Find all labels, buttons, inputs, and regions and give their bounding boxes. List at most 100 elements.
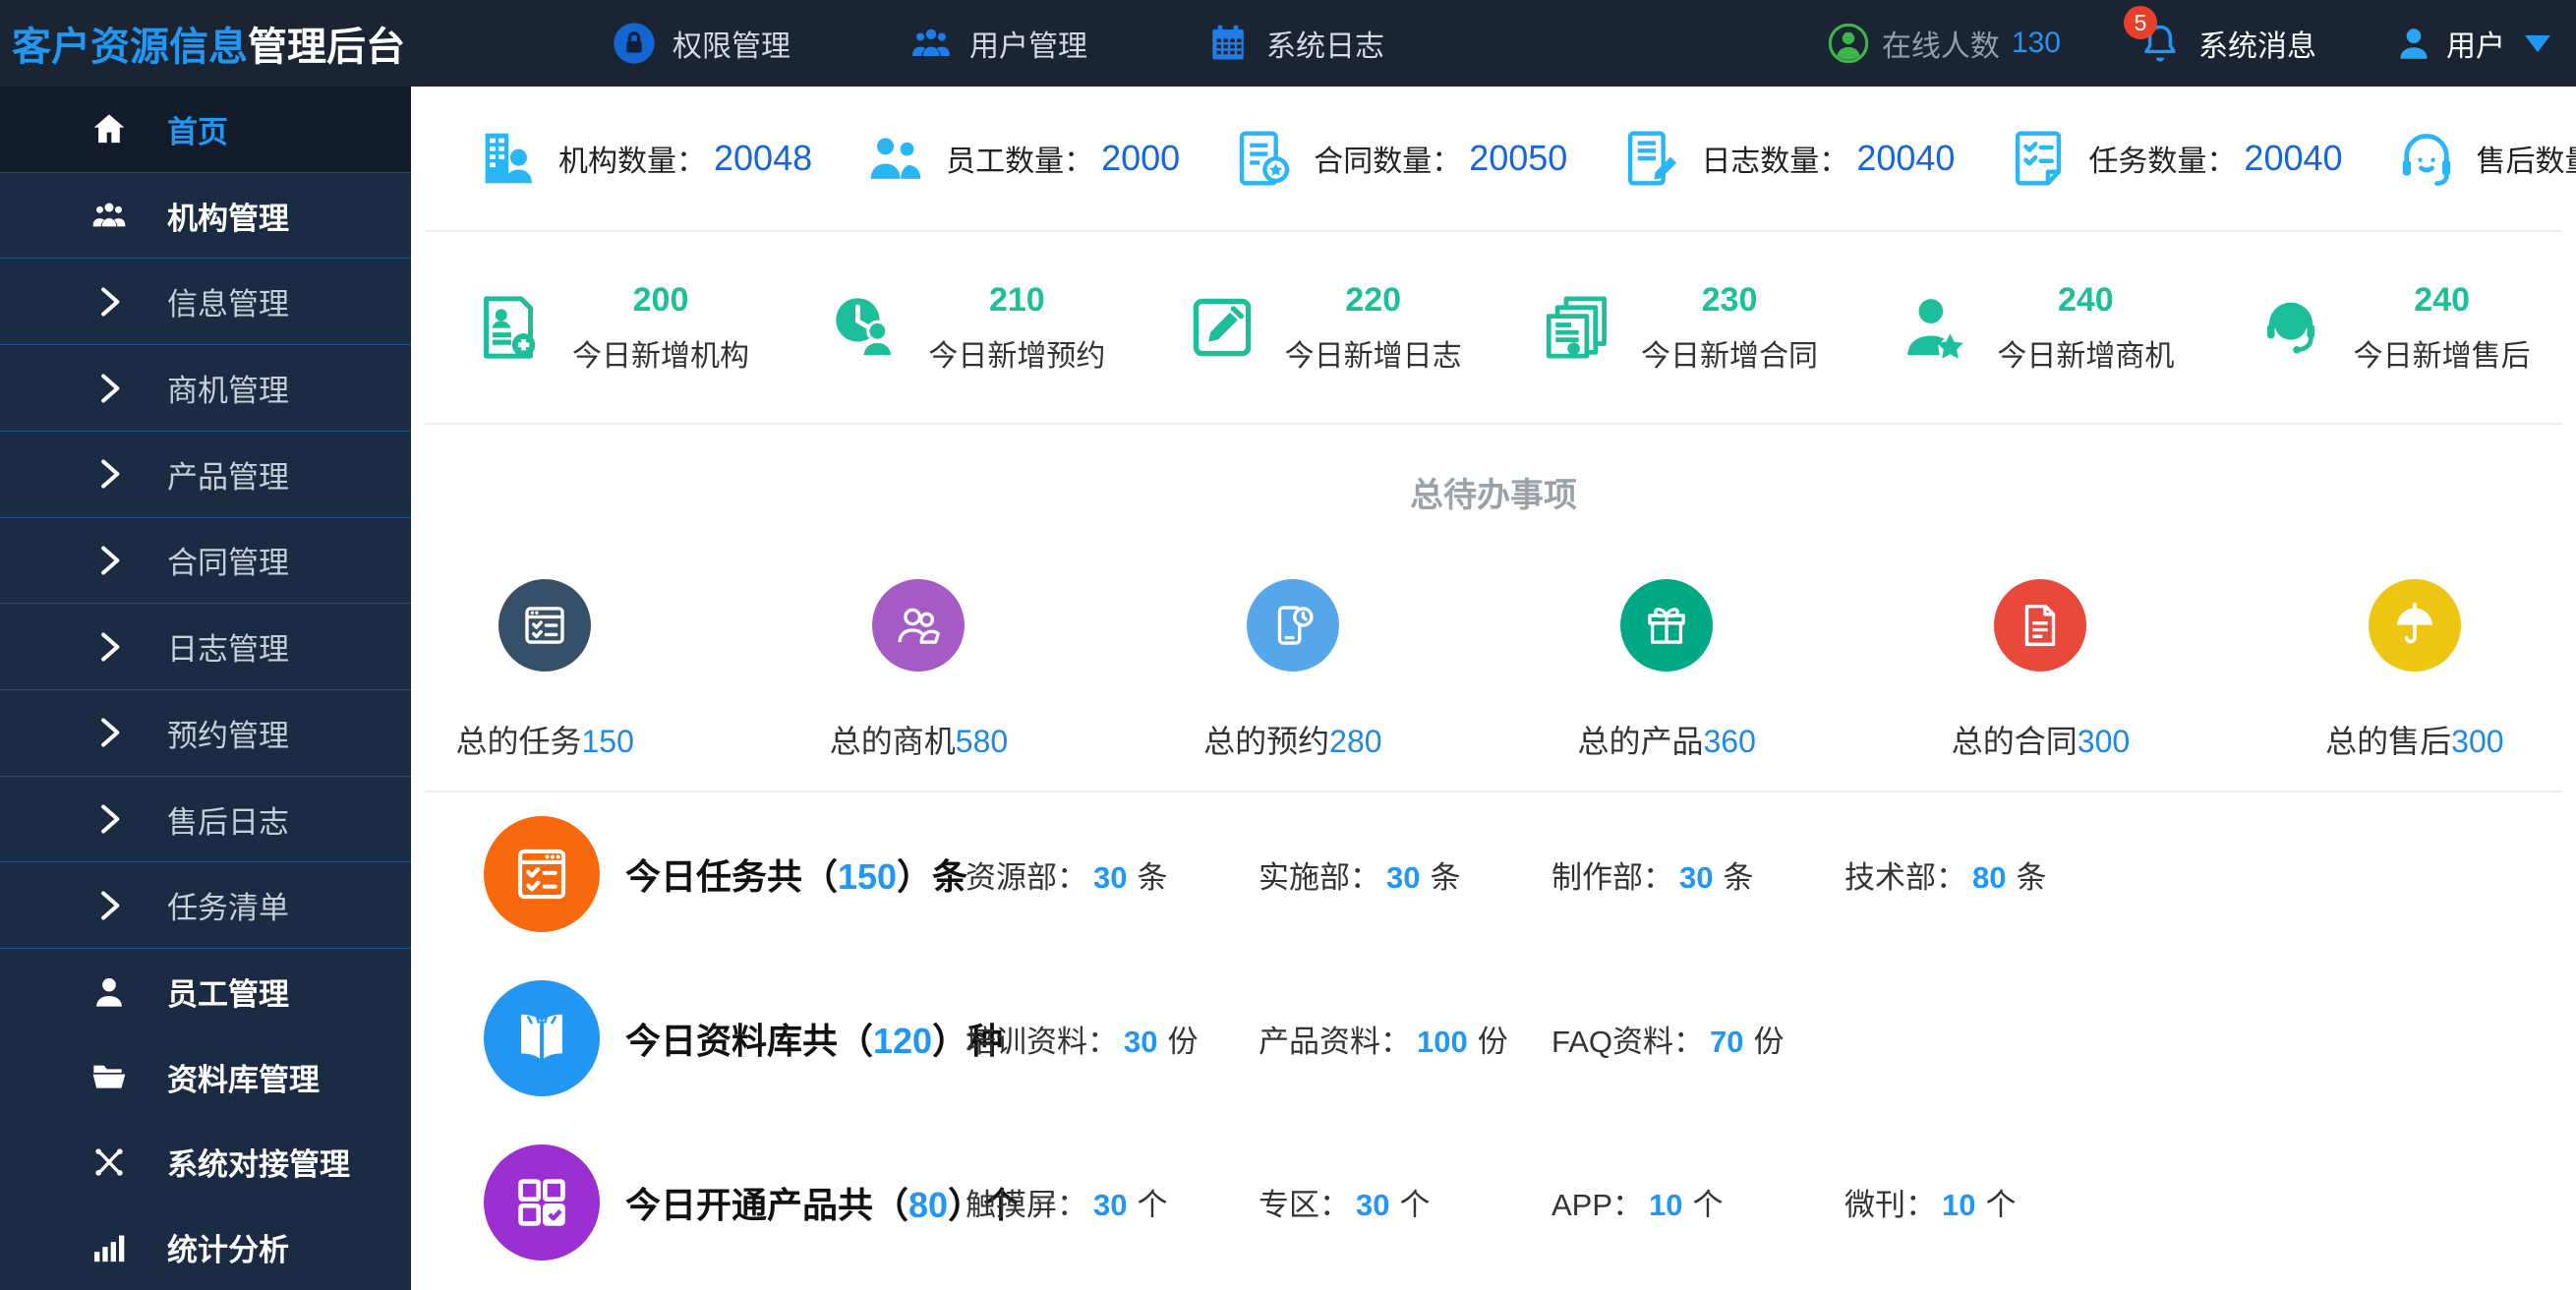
sidebar-item[interactable]: 资料库管理 — [0, 1034, 411, 1120]
system-messages-button[interactable]: 5 系统消息 — [2124, 6, 2316, 66]
person-icon — [87, 969, 132, 1015]
daily-stat: FAQ资料： 70 份 — [1551, 1017, 1844, 1061]
todo-grid: 总的任务150 总的商机580 总的预约280 总的产品360 总的合同300 … — [358, 579, 2576, 762]
logo-rest: 管理后台 — [248, 26, 405, 69]
daily-stat-unit: 条 — [1723, 859, 1754, 895]
bar-chart-icon — [87, 1225, 132, 1270]
daily-stat-unit: 份 — [1167, 1024, 1199, 1059]
todo-value: 300 — [2077, 724, 2131, 759]
sidebar-item[interactable]: 员工管理 — [0, 949, 411, 1034]
daily-stat-unit: 条 — [1137, 859, 1168, 895]
sidebar-item[interactable]: 机构管理 — [0, 173, 411, 260]
top-nav-item[interactable]: 权限管理 — [612, 21, 790, 66]
total-stat-value: 20050 — [1469, 138, 1568, 178]
sidebar-item[interactable]: 商机管理 — [0, 345, 411, 432]
daily-stat-label: 触摸屏： — [966, 1188, 1087, 1223]
chevron-right-icon — [87, 624, 132, 670]
daily-stat-label: 产品资料： — [1259, 1024, 1411, 1059]
total-stat-label: 员工数量： — [946, 146, 1094, 178]
todo-label: 总的预约 — [1203, 724, 1330, 759]
todo-label: 总的产品 — [1577, 724, 1704, 759]
sidebar-item[interactable]: 系统对接管理 — [0, 1120, 411, 1205]
daily-stat-unit: 份 — [1477, 1024, 1508, 1059]
chevron-right-icon — [87, 451, 132, 497]
total-stat: 机构数量： 20048 — [425, 126, 812, 191]
daily-rows: 今日任务共（150）条 资源部： 30 条 实施部： 30 条 制作部： 30 条 技术部：… — [411, 792, 2576, 1284]
daily-title: 今日任务共（150）条 — [625, 849, 967, 900]
lock-icon — [612, 21, 657, 66]
today-stat-value: 240 — [2057, 280, 2114, 319]
todo-label-row: 总的产品360 — [1577, 717, 1755, 762]
daily-title-prefix: 今日开通产品共（ — [625, 1184, 909, 1225]
daily-title-value: 150 — [838, 856, 898, 898]
grid-check-icon — [509, 1170, 574, 1235]
chevron-right-icon — [87, 538, 132, 583]
log-edit-icon — [1618, 126, 1683, 191]
todo-circle — [1246, 579, 1339, 672]
todo-item: 总的任务150 — [358, 579, 732, 762]
daily-title: 今日开通产品共（80）个 — [625, 1177, 1019, 1228]
sidebar-item[interactable]: 产品管理 — [0, 432, 411, 518]
today-stat: 200 今日新增机构 — [425, 281, 781, 375]
daily-stat-unit: 个 — [1985, 1188, 2017, 1223]
aftersale-headset-icon — [2254, 290, 2328, 365]
total-stat-label: 售后数量： — [2476, 146, 2576, 178]
chevron-right-icon — [87, 883, 132, 928]
todo-circle — [1620, 579, 1714, 672]
online-label: 在线人数 — [1881, 30, 2000, 63]
sidebar-item-label: 统计分析 — [167, 1233, 289, 1268]
message-count-badge: 5 — [2124, 6, 2157, 39]
today-stat-label: 今日新增日志 — [1284, 339, 1462, 373]
total-stat-label: 任务数量： — [2088, 146, 2237, 178]
daily-stat: 实施部： 30 条 — [1259, 852, 1551, 897]
today-row: 200 今日新增机构 210 今日新增预约 220 今日新增日志 230 今日新… — [425, 232, 2562, 425]
sidebar-item[interactable]: 日志管理 — [0, 604, 411, 691]
total-stat-value: 20040 — [2244, 138, 2343, 178]
daily-stat-unit: 条 — [1430, 859, 1461, 895]
today-stat: 210 今日新增预约 — [781, 281, 1137, 375]
today-stat-label: 今日新增商机 — [1997, 339, 2175, 373]
online-user-icon — [1827, 22, 1870, 65]
today-stat-block: 230 今日新增合同 — [1641, 281, 1818, 375]
chevron-right-icon — [87, 710, 132, 755]
daily-stat: 技术部： 80 条 — [1844, 852, 2137, 897]
contract-star-icon — [1231, 126, 1296, 191]
todo-circle — [1994, 579, 2087, 672]
chevron-right-icon — [87, 796, 132, 842]
daily-stat-value: 70 — [1710, 1024, 1744, 1059]
sidebar-item[interactable]: 售后日志 — [0, 777, 411, 863]
daily-stat-value: 80 — [1972, 859, 2007, 895]
sidebar-item[interactable]: 统计分析 — [0, 1204, 411, 1290]
top-nav-item[interactable]: 用户管理 — [908, 21, 1087, 66]
caret-down-icon — [2525, 34, 2550, 52]
top-nav-item[interactable]: 系统日志 — [1205, 21, 1384, 66]
daily-stat-value: 30 — [1093, 859, 1128, 895]
sidebar-item-label: 员工管理 — [167, 977, 289, 1013]
daily-stat-unit: 条 — [2016, 859, 2047, 895]
daily-stat-label: 资源部： — [966, 859, 1087, 895]
daily-stat-value: 100 — [1417, 1024, 1468, 1059]
user-label: 用户 — [2446, 30, 2505, 63]
total-stat: 合同数量： 20050 — [1180, 126, 1567, 191]
sidebar-item[interactable]: 合同管理 — [0, 518, 411, 605]
today-stat-value: 240 — [2414, 280, 2471, 319]
today-stat-label: 今日新增售后 — [2353, 339, 2531, 373]
online-value: 130 — [2011, 27, 2061, 59]
todo-label-row: 总的合同300 — [1952, 717, 2130, 762]
contract-stack-icon — [1541, 290, 1615, 365]
total-stat-label: 合同数量： — [1314, 146, 1462, 178]
sidebar-item[interactable]: 预约管理 — [0, 690, 411, 777]
sidebar-item-label: 日志管理 — [167, 632, 289, 668]
sidebar-item[interactable]: 首页 — [0, 87, 411, 173]
daily-stat-value: 30 — [1356, 1188, 1390, 1223]
task-window-icon — [509, 842, 574, 907]
todo-circle — [872, 579, 966, 672]
daily-circle — [484, 1143, 600, 1261]
daily-title-prefix: 今日资料库共（ — [625, 1021, 874, 1061]
todo-label-row: 总的任务150 — [455, 717, 633, 762]
sidebar-item[interactable]: 信息管理 — [0, 259, 411, 346]
sidebar-item[interactable]: 任务清单 — [0, 862, 411, 950]
daily-stat-label: APP： — [1551, 1188, 1644, 1223]
todo-section: 总待办事项 总的任务150 总的商机580 总的预约280 总的产品360 总的… — [425, 425, 2562, 792]
user-menu[interactable]: 用户 — [2393, 22, 2550, 65]
